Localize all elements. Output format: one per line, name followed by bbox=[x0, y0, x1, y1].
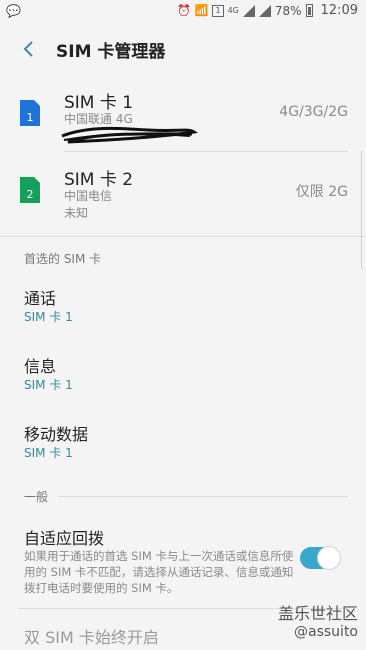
divider bbox=[0, 236, 366, 237]
pref-item-mobile-data[interactable]: 移动数据 SIM 卡 1 bbox=[0, 411, 366, 471]
sim-card-2-row[interactable]: 2 SIM 卡 2 中国电信 未知 仅限 2G bbox=[0, 155, 366, 230]
pref-item-value: SIM 卡 1 bbox=[24, 446, 73, 460]
redaction-scribble bbox=[61, 126, 198, 144]
pref-item-messages[interactable]: 信息 SIM 卡 1 bbox=[0, 343, 366, 403]
pref-item-value: SIM 卡 1 bbox=[24, 378, 73, 392]
adaptive-callback-description: 如果用于通话的首选 SIM 卡与上一次通话或信息所使用的 SIM 卡不匹配，请选… bbox=[24, 549, 294, 595]
svg-text:2: 2 bbox=[27, 188, 34, 201]
sim-indicator: 1 bbox=[212, 4, 224, 17]
app-bar: SIM 卡管理器 bbox=[0, 24, 366, 74]
sim-card-2-status: 未知 bbox=[64, 206, 89, 220]
pref-item-title: 移动数据 bbox=[24, 425, 89, 444]
adaptive-callback-toggle[interactable] bbox=[300, 546, 341, 570]
sim-card-1-network: 4G/3G/2G bbox=[279, 104, 348, 120]
pref-item-title: 信息 bbox=[24, 357, 57, 376]
back-button[interactable] bbox=[18, 39, 38, 59]
pref-item-value: SIM 卡 1 bbox=[24, 310, 73, 324]
notification-icons: 💬 bbox=[6, 4, 21, 18]
status-bar: 💬 ⏰ 📶 1 4G 78% 12:09 bbox=[0, 0, 366, 24]
alarm-icon: ⏰ bbox=[177, 4, 191, 17]
status-icons: ⏰ 📶 1 4G 78% 12:09 bbox=[177, 3, 358, 18]
signal-icon-1 bbox=[242, 4, 255, 17]
back-arrow-icon bbox=[23, 41, 33, 57]
signal-icon-2 bbox=[258, 4, 271, 17]
svg-text:1: 1 bbox=[27, 111, 34, 124]
network-type: 4G bbox=[227, 6, 239, 15]
section-header-general: 一般 bbox=[24, 490, 49, 504]
clock: 12:09 bbox=[320, 3, 358, 18]
sim-card-2-carrier: 中国电信 bbox=[64, 189, 113, 203]
divider bbox=[58, 496, 348, 497]
scrollbar[interactable] bbox=[361, 150, 366, 270]
wifi-icon: 📶 bbox=[194, 4, 209, 17]
battery-icon bbox=[305, 4, 313, 17]
watermark-handle: @assuito bbox=[294, 624, 358, 640]
sim-card-2-icon: 2 bbox=[20, 177, 40, 203]
toggle-knob bbox=[317, 546, 341, 570]
watermark-title: 盖乐世社区 bbox=[277, 604, 358, 623]
section-header-preferred-sim: 首选的 SIM 卡 bbox=[24, 252, 102, 266]
wechat-icon: 💬 bbox=[6, 4, 21, 18]
battery-percent: 78% bbox=[274, 3, 302, 18]
dual-sim-always-on-title[interactable]: 双 SIM 卡始终开启 bbox=[24, 624, 159, 648]
pref-item-title: 通话 bbox=[24, 289, 57, 308]
sim-card-2-network: 仅限 2G bbox=[295, 184, 348, 200]
adaptive-callback-title: 自适应回拨 bbox=[24, 529, 105, 548]
pref-item-call[interactable]: 通话 SIM 卡 1 bbox=[0, 275, 366, 335]
divider bbox=[64, 151, 348, 152]
page-title: SIM 卡管理器 bbox=[56, 41, 166, 62]
sim-card-1-row[interactable]: 1 SIM 卡 1 中国联通 4G 4G/3G/2G bbox=[0, 80, 366, 150]
sim-card-1-icon: 1 bbox=[20, 100, 40, 126]
